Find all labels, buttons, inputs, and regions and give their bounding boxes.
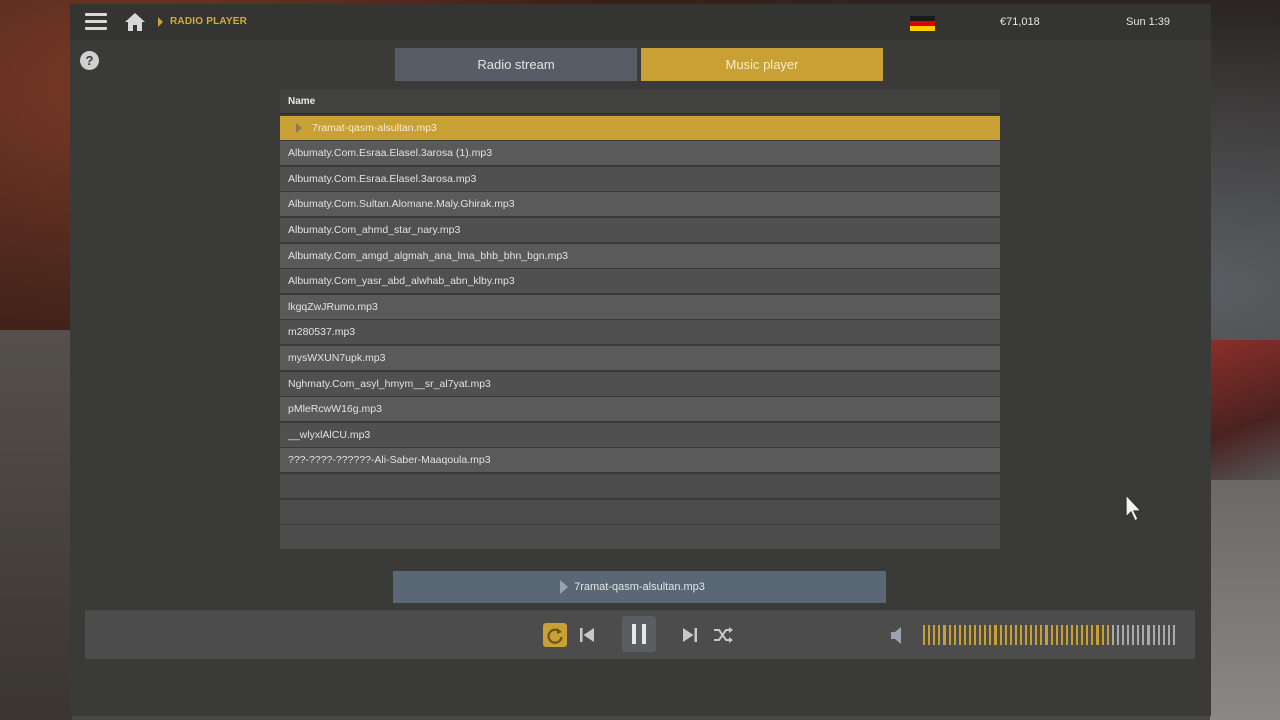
- volume-segment: [1137, 625, 1140, 645]
- volume-segment: [1004, 625, 1007, 645]
- volume-segment: [1086, 625, 1089, 645]
- now-playing-bar[interactable]: 7ramat-qasm-alsultan.mp3: [393, 571, 886, 603]
- track-row[interactable]: Albumaty.Com_ahmd_star_nary.mp3: [280, 217, 1000, 242]
- track-row[interactable]: m280537.mp3: [280, 320, 1000, 345]
- empty-track-row: [280, 473, 1000, 498]
- volume-segment: [1157, 625, 1160, 645]
- playlist: Name 7ramat-qasm-alsultan.mp3 Albumaty.Co…: [280, 89, 1000, 550]
- radio-player-window: RADIO PLAYER €71,018 Sun 1:39 ? Radio st…: [70, 4, 1211, 716]
- track-row[interactable]: pMleRcwW16g.mp3: [280, 397, 1000, 422]
- mouse-cursor-icon: [1124, 493, 1144, 523]
- volume-segment: [1060, 625, 1063, 645]
- volume-segment: [1111, 625, 1114, 645]
- home-icon[interactable]: [124, 12, 146, 32]
- volume-segment: [923, 625, 926, 645]
- volume-segment: [1030, 625, 1033, 645]
- track-row[interactable]: Albumaty.Com.Esraa.Elasel.3arosa (1).mp3: [280, 141, 1000, 166]
- breadcrumb-arrow-icon: [158, 17, 163, 27]
- track-row[interactable]: lkgqZwJRumo.mp3: [280, 294, 1000, 319]
- volume-segment: [1127, 625, 1130, 645]
- volume-segment: [1147, 625, 1150, 645]
- previous-track-icon[interactable]: [575, 623, 599, 647]
- volume-segment: [1035, 625, 1038, 645]
- volume-segment: [984, 625, 987, 645]
- volume-segment: [1025, 625, 1028, 645]
- volume-segment: [1172, 625, 1176, 645]
- track-row[interactable]: Albumaty.Com.Sultan.Alomane.Maly.Ghirak.…: [280, 192, 1000, 217]
- volume-segment: [948, 625, 951, 645]
- volume-segment: [979, 625, 982, 645]
- volume-segment: [989, 625, 992, 645]
- volume-segment: [963, 625, 966, 645]
- volume-segment: [1142, 625, 1145, 645]
- volume-segment: [1132, 625, 1135, 645]
- background-road: [1210, 480, 1280, 720]
- volume-segment: [1055, 625, 1058, 645]
- volume-segment: [1014, 625, 1017, 645]
- shuffle-icon[interactable]: [711, 623, 735, 647]
- track-row[interactable]: Albumaty.Com_amgd_algmah_ana_lma_bhb_bhn…: [280, 243, 1000, 268]
- volume-segment: [1050, 625, 1053, 645]
- volume-segment: [953, 625, 956, 645]
- breadcrumb: RADIO PLAYER: [170, 16, 248, 27]
- volume-segment: [1106, 625, 1109, 645]
- volume-segment: [1081, 625, 1084, 645]
- track-row[interactable]: mysWXUN7upk.mp3: [280, 345, 1000, 370]
- volume-segment: [1091, 625, 1094, 645]
- volume-segment: [1096, 625, 1099, 645]
- tab-music-player[interactable]: Music player: [641, 48, 883, 81]
- pause-icon[interactable]: [622, 616, 656, 652]
- volume-segment: [1152, 625, 1155, 645]
- volume-segment: [943, 625, 946, 645]
- volume-segment: [933, 625, 936, 645]
- volume-segment: [1009, 625, 1012, 645]
- volume-segment: [1101, 625, 1104, 645]
- volume-segment: [938, 625, 941, 645]
- top-bar: RADIO PLAYER €71,018 Sun 1:39: [70, 4, 1211, 40]
- volume-segment: [1116, 625, 1119, 645]
- volume-segment: [1040, 625, 1043, 645]
- hamburger-menu-icon[interactable]: [85, 13, 107, 31]
- volume-segment: [1070, 625, 1074, 645]
- volume-segment: [1019, 625, 1023, 645]
- volume-segment: [1045, 625, 1048, 645]
- volume-segment: [928, 625, 931, 645]
- volume-icon[interactable]: [887, 623, 911, 647]
- next-track-icon[interactable]: [678, 623, 702, 647]
- volume-segment: [994, 625, 997, 645]
- volume-segment: [1121, 625, 1125, 645]
- background-wall: [0, 330, 72, 720]
- game-clock: Sun 1:39: [1126, 16, 1171, 28]
- track-row[interactable]: Albumaty.Com.Esraa.Elasel.3arosa.mp3: [280, 166, 1000, 191]
- track-row[interactable]: __wlyxlAlCU.mp3: [280, 422, 1000, 447]
- empty-track-row: [280, 525, 1000, 550]
- volume-slider[interactable]: [923, 625, 1179, 645]
- money-balance: €71,018: [1000, 16, 1040, 28]
- now-playing-title: 7ramat-qasm-alsultan.mp3: [574, 581, 705, 593]
- volume-segment: [958, 625, 961, 645]
- volume-segment: [968, 625, 972, 645]
- column-header-name[interactable]: Name: [280, 89, 1000, 114]
- track-row[interactable]: Nghmaty.Com_asyl_hmym__sr_al7yat.mp3: [280, 371, 1000, 396]
- track-row-playing[interactable]: 7ramat-qasm-alsultan.mp3: [280, 115, 1000, 140]
- volume-segment: [1167, 625, 1170, 645]
- background-car: [1210, 340, 1280, 480]
- track-row[interactable]: Albumaty.Com_yasr_abd_alwhab_abn_klby.mp…: [280, 269, 1000, 294]
- empty-track-row: [280, 499, 1000, 524]
- tab-radio-stream[interactable]: Radio stream: [395, 48, 637, 81]
- volume-segment: [1162, 625, 1165, 645]
- play-arrow-icon: [560, 580, 568, 594]
- country-flag-icon: [910, 16, 935, 31]
- volume-segment: [1076, 625, 1079, 645]
- volume-segment: [1065, 625, 1068, 645]
- volume-segment: [999, 625, 1002, 645]
- track-row[interactable]: ???-????-??????-Ali-Saber-Maaqoula.mp3: [280, 448, 1000, 473]
- repeat-icon[interactable]: [543, 623, 567, 647]
- help-icon[interactable]: ?: [80, 51, 99, 70]
- volume-segment: [974, 625, 977, 645]
- player-controls: [85, 610, 1195, 659]
